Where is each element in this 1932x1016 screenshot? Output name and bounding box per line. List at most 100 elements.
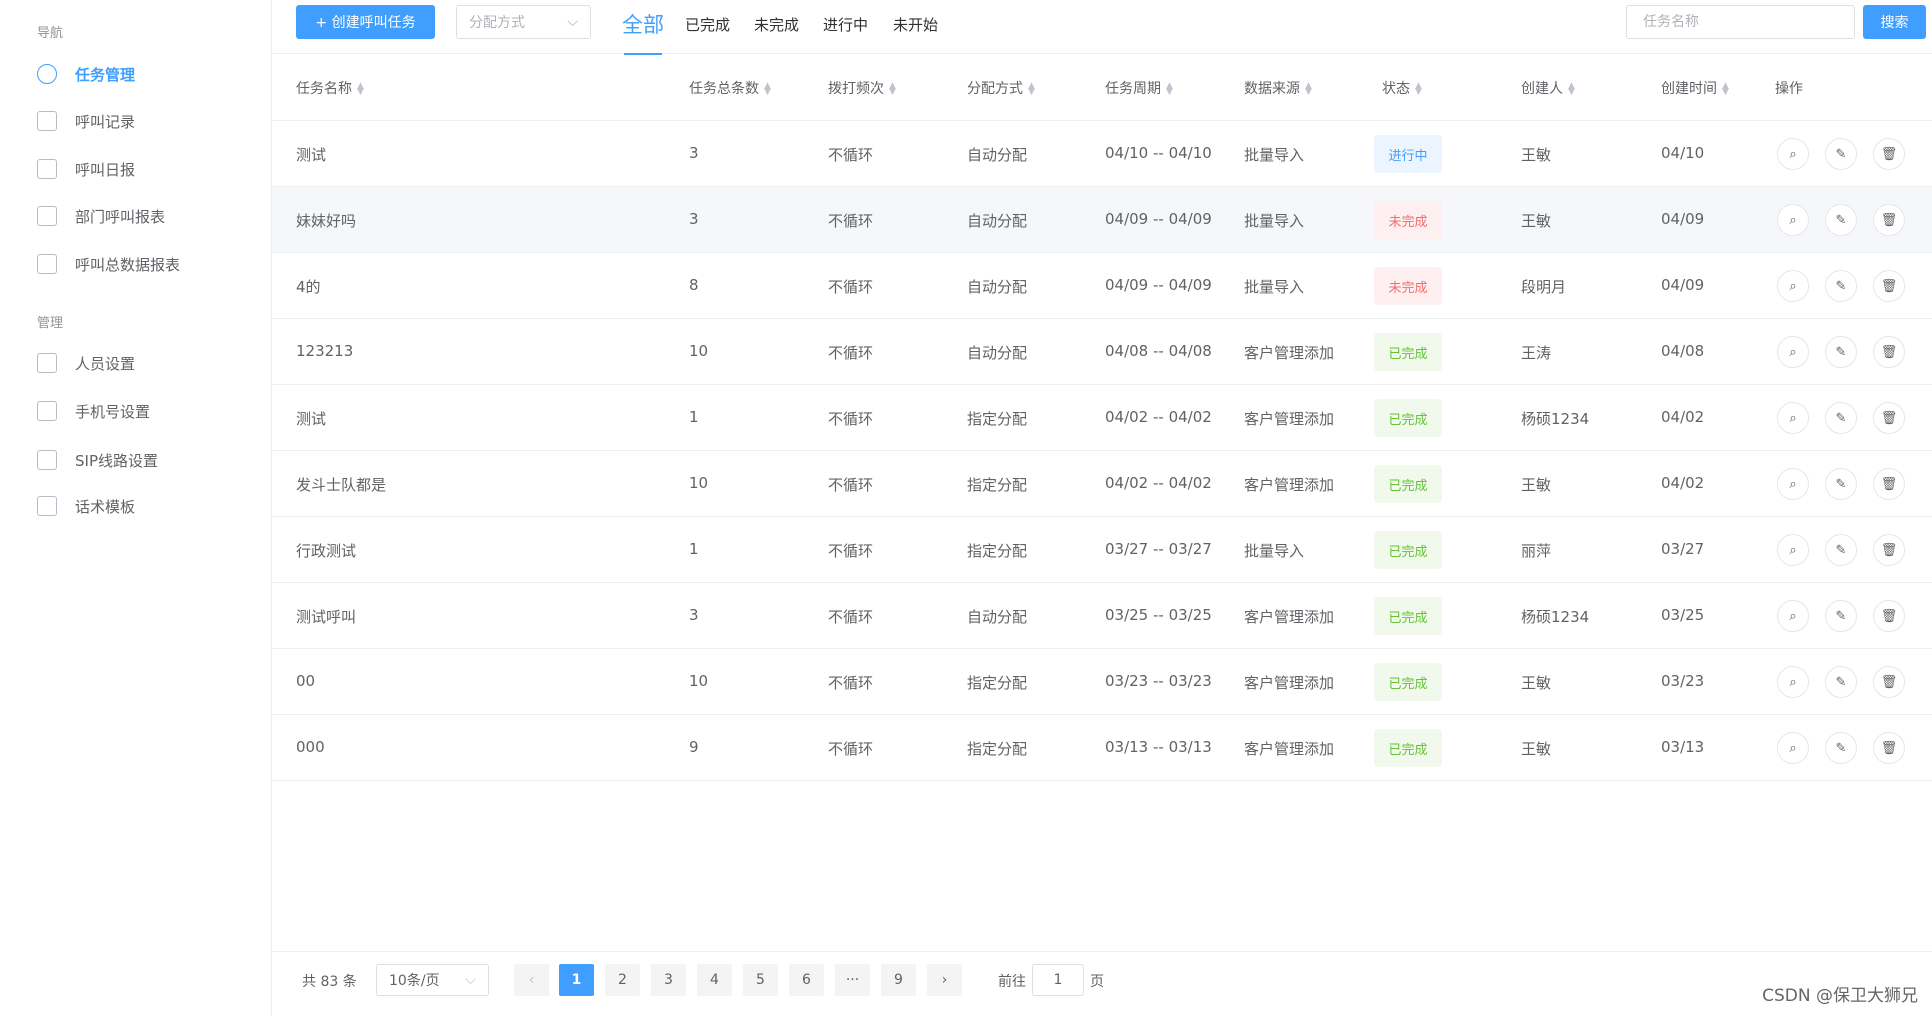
tab-not-started[interactable]: 未开始 xyxy=(893,14,938,35)
sidebar-item-4[interactable]: 话术模板 xyxy=(37,491,135,521)
view-button[interactable]: ⌕ xyxy=(1777,270,1809,302)
delete-button[interactable]: 🗑 xyxy=(1873,534,1905,566)
data-source: 客户管理添加 xyxy=(1244,608,1335,626)
edit-button[interactable]: ✎ xyxy=(1825,732,1857,764)
total-count: 共 83 条 xyxy=(302,974,357,990)
column-header[interactable]: 任务周期 ▲ ▼ xyxy=(1105,78,1173,98)
search-button[interactable]: 搜索 xyxy=(1863,5,1926,39)
task-total: 3 xyxy=(689,144,699,162)
create-task-button[interactable]: + 创建呼叫任务 xyxy=(296,5,435,39)
created-time: 04/10 xyxy=(1661,144,1705,162)
task-name: 测试呼叫 xyxy=(296,608,357,626)
column-header[interactable]: 拨打频次 ▲ ▼ xyxy=(828,78,896,98)
sidebar-item-3[interactable]: SIP线路设置 xyxy=(37,445,158,475)
created-time: 03/25 xyxy=(1661,606,1705,624)
page-button-4[interactable]: 4 xyxy=(697,964,732,996)
edit-button[interactable]: ✎ xyxy=(1825,204,1857,236)
page-button-5[interactable]: 5 xyxy=(743,964,778,996)
task-total: 8 xyxy=(689,276,699,294)
page-button-8[interactable]: 9 xyxy=(881,964,916,996)
sidebar-item-4[interactable]: 部门呼叫报表 xyxy=(37,201,165,231)
sort-icon[interactable]: ▲ ▼ xyxy=(1028,82,1035,97)
sort-icon[interactable]: ▲ ▼ xyxy=(357,82,364,97)
sort-icon[interactable]: ▲ ▼ xyxy=(764,82,771,97)
edit-button[interactable]: ✎ xyxy=(1825,600,1857,632)
edit-button[interactable]: ✎ xyxy=(1825,468,1857,500)
chevron-down-icon: ⌵ xyxy=(567,14,578,30)
delete-button[interactable]: 🗑 xyxy=(1873,336,1905,368)
creator: 王敏 xyxy=(1521,212,1552,230)
delete-button[interactable]: 🗑 xyxy=(1873,270,1905,302)
page-button-7[interactable]: ··· xyxy=(835,964,870,996)
edit-button[interactable]: ✎ xyxy=(1825,138,1857,170)
edit-button[interactable]: ✎ xyxy=(1825,534,1857,566)
tab-all[interactable]: 全部 xyxy=(622,9,664,55)
view-button[interactable]: ⌕ xyxy=(1777,600,1809,632)
column-header[interactable]: 创建人 ▲ ▼ xyxy=(1521,78,1575,98)
column-header[interactable]: 任务总条数 ▲ ▼ xyxy=(689,78,771,98)
task-name: 000 xyxy=(296,738,325,756)
delete-button[interactable]: 🗑 xyxy=(1873,666,1905,698)
page-size-select[interactable]: 10条/页 ⌵ xyxy=(376,964,489,996)
column-header[interactable]: 状态 ▲ ▼ xyxy=(1382,78,1422,98)
column-header[interactable]: 创建时间 ▲ ▼ xyxy=(1661,78,1729,98)
delete-button[interactable]: 🗑 xyxy=(1873,402,1905,434)
tab-completed[interactable]: 已完成 xyxy=(685,14,730,35)
sidebar-item-5[interactable]: 呼叫总数据报表 xyxy=(37,249,180,279)
allocation: 自动分配 xyxy=(967,344,1028,362)
column-header[interactable]: 操作 xyxy=(1775,78,1803,98)
next-page-button[interactable]: › xyxy=(927,964,962,996)
page-button-2[interactable]: 2 xyxy=(605,964,640,996)
search-icon: ⌕ xyxy=(1789,542,1797,558)
data-source: 批量导入 xyxy=(1244,542,1305,560)
column-header[interactable]: 任务名称 ▲ ▼ xyxy=(296,78,364,98)
tab-incomplete[interactable]: 未完成 xyxy=(754,14,799,35)
task-name-search-input[interactable] xyxy=(1626,5,1855,39)
delete-button[interactable]: 🗑 xyxy=(1873,732,1905,764)
sort-icon[interactable]: ▲ ▼ xyxy=(1166,82,1173,97)
column-header[interactable]: 分配方式 ▲ ▼ xyxy=(967,78,1035,98)
goto-page-input[interactable] xyxy=(1032,964,1084,996)
edit-button[interactable]: ✎ xyxy=(1825,270,1857,302)
sort-icon[interactable]: ▲ ▼ xyxy=(1305,82,1312,97)
sidebar-item-2[interactable]: 呼叫记录 xyxy=(37,106,135,136)
view-button[interactable]: ⌕ xyxy=(1777,138,1809,170)
edit-button[interactable]: ✎ xyxy=(1825,402,1857,434)
edit-button[interactable]: ✎ xyxy=(1825,666,1857,698)
sort-icon[interactable]: ▲ ▼ xyxy=(1722,82,1729,97)
allocation: 指定分配 xyxy=(967,410,1028,428)
sort-icon[interactable]: ▲ ▼ xyxy=(1568,82,1575,97)
view-button[interactable]: ⌕ xyxy=(1777,402,1809,434)
sidebar-item-2[interactable]: 手机号设置 xyxy=(37,396,150,426)
sidebar-item-3[interactable]: 呼叫日报 xyxy=(37,154,135,184)
delete-button[interactable]: 🗑 xyxy=(1873,600,1905,632)
view-button[interactable]: ⌕ xyxy=(1777,204,1809,236)
sort-icon[interactable]: ▲ ▼ xyxy=(1415,82,1422,97)
delete-button[interactable]: 🗑 xyxy=(1873,138,1905,170)
edit-button[interactable]: ✎ xyxy=(1825,336,1857,368)
alloc-select[interactable]: 分配方式 ⌵ xyxy=(456,5,591,39)
sort-icon[interactable]: ▲ ▼ xyxy=(889,82,896,97)
column-header[interactable]: 数据来源 ▲ ▼ xyxy=(1244,78,1312,98)
table-row: 行政测试 1 不循环 指定分配 03/27 -- 03/27 批量导入 已完成 丽萍 03/27… xyxy=(272,517,1932,583)
view-button[interactable]: ⌕ xyxy=(1777,534,1809,566)
task-total: 10 xyxy=(689,342,709,360)
delete-button[interactable]: 🗑 xyxy=(1873,468,1905,500)
call-frequency: 不循环 xyxy=(828,212,874,230)
prev-page-button[interactable]: ‹ xyxy=(514,964,549,996)
table-row: 测试 3 不循环 自动分配 04/10 -- 04/10 批量导入 进行中 王敏 04/10 ⌕ ✎… xyxy=(272,121,1932,187)
task-total: 9 xyxy=(689,738,699,756)
view-button[interactable]: ⌕ xyxy=(1777,732,1809,764)
delete-button[interactable]: 🗑 xyxy=(1873,204,1905,236)
sidebar-item-1[interactable]: 人员设置 xyxy=(37,348,135,378)
page-button-6[interactable]: 6 xyxy=(789,964,824,996)
view-button[interactable]: ⌕ xyxy=(1777,468,1809,500)
view-button[interactable]: ⌕ xyxy=(1777,336,1809,368)
page-button-3[interactable]: 3 xyxy=(651,964,686,996)
page-button-1[interactable]: 1 xyxy=(559,964,594,996)
task-period: 03/13 -- 03/13 xyxy=(1105,738,1212,756)
view-button[interactable]: ⌕ xyxy=(1777,666,1809,698)
tab-in-progress[interactable]: 进行中 xyxy=(823,14,868,35)
record-icon xyxy=(37,111,57,131)
sidebar-item-1[interactable]: 任务管理 xyxy=(37,59,135,89)
